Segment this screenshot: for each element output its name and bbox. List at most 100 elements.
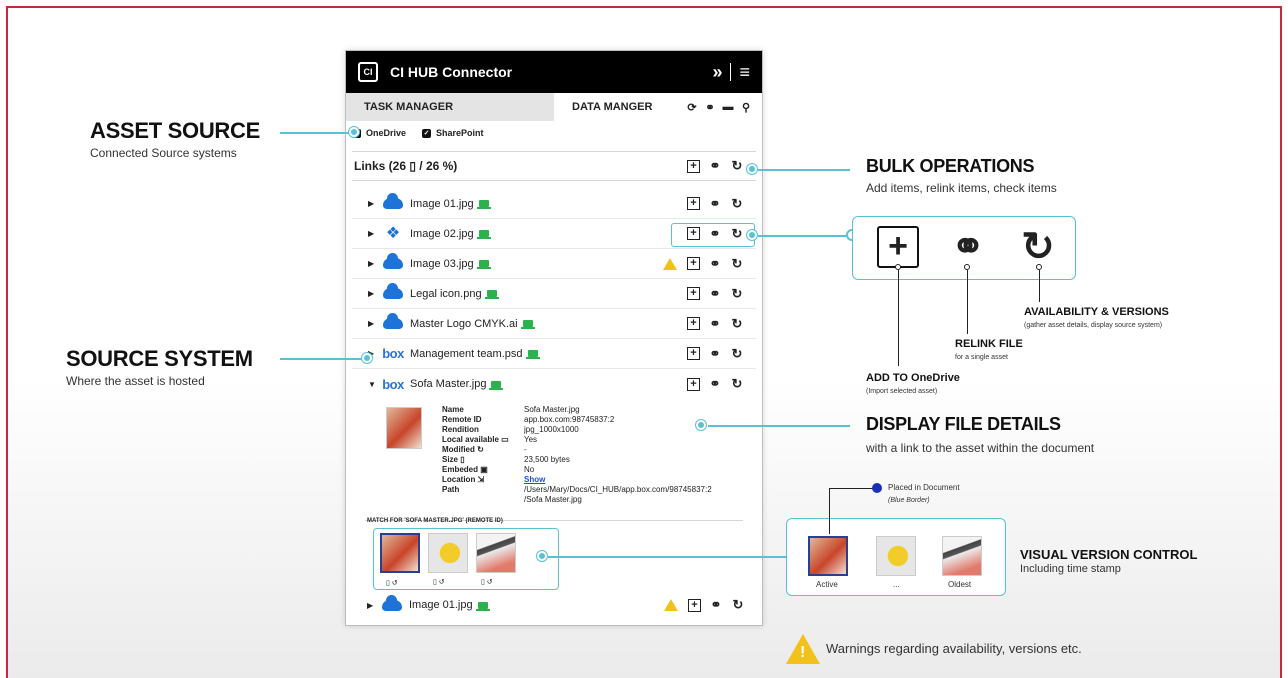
list-item[interactable]: ▶ Image 01.jpg + ⚭ ↻ (345, 590, 763, 620)
hamburger-menu-icon[interactable]: ≡ (739, 62, 750, 83)
relink-icon[interactable]: ⚭ (708, 376, 722, 392)
add-button[interactable]: + (687, 287, 700, 300)
local-available-icon (475, 601, 490, 611)
check-version-icon[interactable]: ↻ (730, 226, 744, 242)
expand-caret-icon[interactable]: ▶ (368, 319, 382, 328)
add-leader (898, 270, 899, 366)
placed-dot (872, 483, 882, 493)
caption-active: Active (816, 580, 838, 589)
source-system-title: SOURCE SYSTEM (66, 346, 253, 371)
add-onedrive-title: ADD TO OneDrive (866, 372, 960, 384)
asset-sources: ■ OneDrive ✓ SharePoint (346, 121, 762, 145)
bulk-ops-title: BULK OPERATIONS (866, 156, 1035, 176)
check-version-icon[interactable]: ↻ (731, 597, 745, 613)
check-version-icon[interactable]: ↻ (730, 286, 744, 302)
list-item[interactable]: ▶ Legal icon.png + ⚭ ↻ (352, 279, 756, 309)
check-version-icon[interactable]: ↻ (730, 376, 744, 392)
relink-icon[interactable]: ⚭ (708, 256, 722, 272)
source-system-line (280, 358, 366, 360)
source-onedrive[interactable]: ■ OneDrive (352, 128, 406, 138)
warnings-note: Warnings regarding availability, version… (826, 641, 1082, 656)
source-onedrive-label: OneDrive (366, 128, 407, 138)
link-icon[interactable]: ⚭ (704, 101, 716, 114)
relink-icon[interactable]: ⚭ (708, 286, 722, 302)
availability-leader (1039, 270, 1040, 302)
ci-hub-panel: CI CI HUB Connector » ≡ TASK MANAGER DAT… (345, 50, 763, 626)
source-sharepoint[interactable]: ✓ SharePoint (422, 128, 484, 138)
expand-caret-icon[interactable]: ▶ (368, 259, 382, 268)
folder-icon[interactable]: ▬ (722, 101, 734, 114)
add-button[interactable]: + (687, 227, 700, 240)
version-line (548, 556, 786, 558)
tab-data-manager[interactable]: DATA MANGER ⟳ ⚭ ▬ ⚲ (554, 93, 762, 121)
onedrive-cloud-icon (382, 193, 404, 209)
file-name: Image 03.jpg (410, 257, 474, 270)
relink-icon[interactable]: ⚭ (708, 346, 722, 362)
bulk-ops-sub: Add items, relink items, check items (866, 181, 1057, 195)
check-version-icon[interactable]: ↻ (730, 346, 744, 362)
box-logo-icon: box (382, 346, 404, 361)
relink-icon[interactable]: ⚭ (708, 316, 722, 332)
list-item[interactable]: ▶ Master Logo CMYK.ai + ⚭ ↻ (352, 309, 756, 339)
local-available-icon (520, 320, 535, 329)
caption-mid: ... (893, 580, 900, 589)
add-button[interactable]: + (687, 317, 700, 330)
box-logo-icon: box (382, 376, 404, 392)
links-header: Links (26 ▯ / 26 %) + ⚭ ↻ (352, 151, 756, 181)
sharepoint-checkbox-icon[interactable]: ✓ (422, 128, 432, 138)
tab-bar: TASK MANAGER DATA MANGER ⟳ ⚭ ▬ ⚲ (346, 93, 762, 121)
source-system-dot (362, 353, 372, 363)
bulk-ops-dot (747, 164, 757, 174)
add-button[interactable]: + (688, 598, 701, 612)
file-name: Image 01.jpg (410, 197, 474, 210)
add-button[interactable]: + (687, 197, 700, 210)
availability-sub: (gather asset details, display source sy… (1024, 322, 1163, 329)
bulk-add-button[interactable]: + (687, 159, 700, 173)
refresh-icon[interactable]: ⟳ (686, 101, 698, 114)
detail-key: Name (442, 405, 464, 414)
tab-task-manager[interactable]: TASK MANAGER (346, 93, 554, 121)
expand-chevrons-icon[interactable]: » (712, 62, 722, 83)
bulk-relink-icon[interactable]: ⚭ (708, 158, 722, 174)
vvc-sub: Including time stamp (1020, 563, 1121, 575)
file-name: Master Logo CMYK.ai (410, 317, 518, 330)
callout-version-oldest (942, 536, 982, 576)
placed-leader-h (829, 488, 873, 489)
list-item[interactable]: ▶ ❖ Image 02.jpg + ⚭ ↻ (352, 219, 756, 249)
expand-caret-icon[interactable]: ▶ (367, 601, 381, 610)
relink-title: RELINK FILE (955, 338, 1023, 350)
relink-icon[interactable]: ⚭ (708, 226, 722, 242)
relink-icon[interactable]: ⚭ (708, 196, 722, 212)
local-available-icon (476, 230, 491, 239)
search-icon[interactable]: ⚲ (740, 101, 752, 114)
warning-icon (664, 599, 678, 611)
detail-value: app.box.com:98745837:2 (524, 415, 615, 424)
list-item[interactable]: ▶ box Management team.psd + ⚭ ↻ (352, 339, 756, 369)
check-version-icon[interactable]: ↻ (730, 196, 744, 212)
detail-value-cont: /Sofa Master.jpg (524, 495, 582, 504)
tab-data-manager-label: DATA MANGER (572, 101, 653, 113)
detail-key: Local available ▭ (442, 435, 509, 444)
add-button[interactable]: + (687, 347, 700, 360)
add-button[interactable]: + (687, 257, 700, 270)
expand-caret-icon[interactable]: ▶ (368, 229, 382, 238)
file-name: Management team.psd (410, 347, 523, 360)
add-button[interactable]: + (687, 377, 700, 391)
check-version-icon[interactable]: ↻ (730, 316, 744, 332)
show-location-link[interactable]: Show (524, 475, 762, 485)
row-actions-dot (747, 230, 757, 240)
list-item[interactable]: ▼ box Sofa Master.jpg + ⚭ ↻ (352, 369, 756, 399)
expand-caret-icon[interactable]: ▶ (368, 289, 382, 298)
collapse-caret-icon[interactable]: ▼ (368, 380, 382, 389)
row-actions-line (758, 235, 848, 237)
expand-caret-icon[interactable]: ▶ (368, 199, 382, 208)
detail-key: Rendition (442, 425, 479, 434)
add-icon: + (877, 226, 919, 268)
check-version-icon[interactable]: ↻ (730, 256, 744, 272)
list-item[interactable]: ▶ Image 01.jpg + ⚭ ↻ (352, 189, 756, 219)
bulk-check-icon[interactable]: ↻ (730, 158, 744, 174)
asset-source-line (280, 132, 352, 134)
title-bar: CI CI HUB Connector » ≡ (346, 51, 762, 93)
relink-icon[interactable]: ⚭ (709, 597, 723, 613)
list-item[interactable]: ▶ Image 03.jpg + ⚭ ↻ (352, 249, 756, 279)
